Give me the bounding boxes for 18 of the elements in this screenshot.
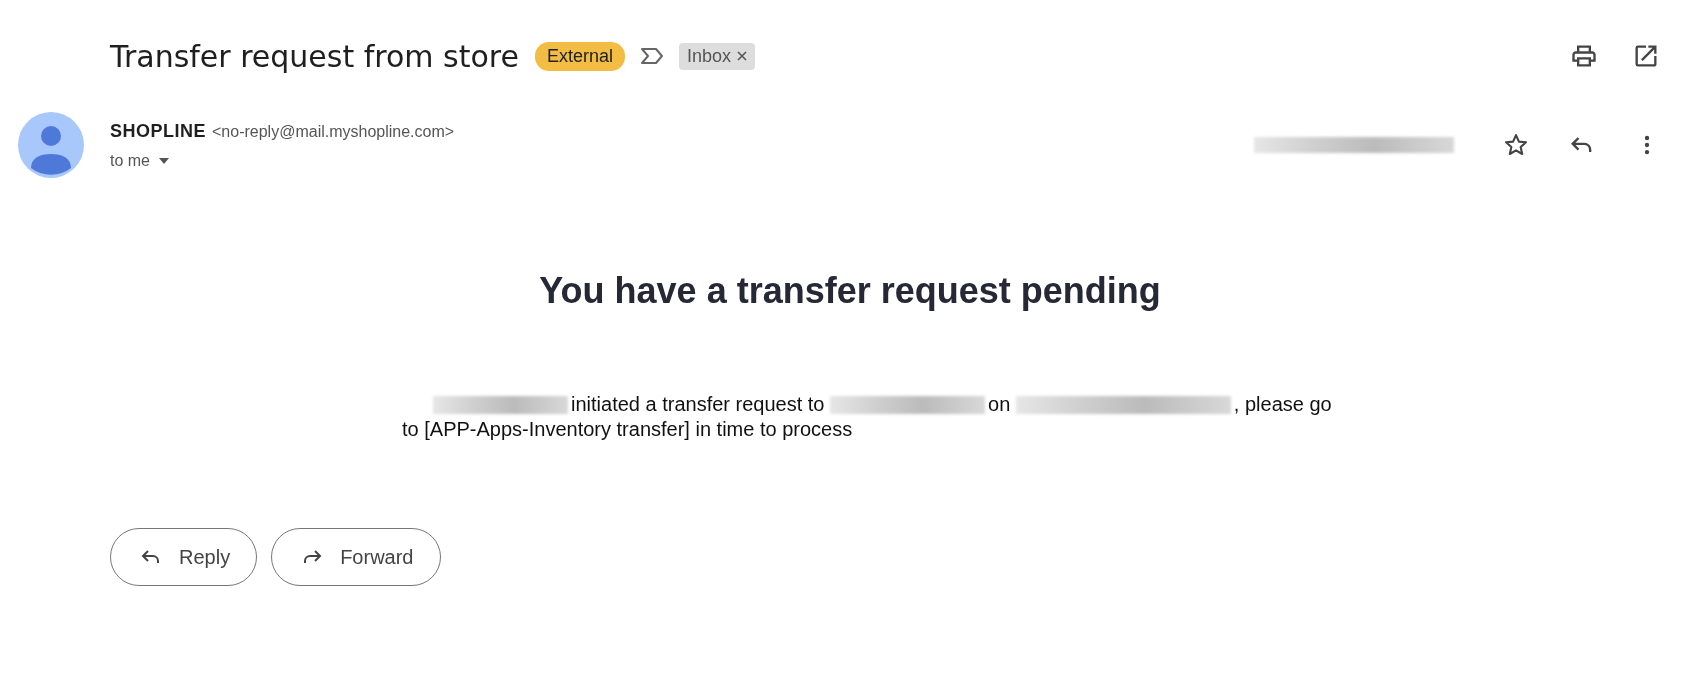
message-heading: You have a transfer request pending: [538, 270, 1162, 312]
reply-button[interactable]: Reply: [110, 528, 258, 586]
caret-icon[interactable]: [158, 156, 170, 165]
recipient-dropdown[interactable]: to me: [110, 151, 455, 170]
remove-icon[interactable]: [737, 51, 748, 61]
external-label: External: [535, 41, 626, 71]
message-text: , please go: [1233, 393, 1332, 415]
sender-name: SHOPLINE: [110, 120, 206, 141]
label-name: Inbox: [687, 45, 732, 67]
message-text: to [APP-Apps-Inventory transfer] in time to process: [402, 418, 853, 440]
sender-email: <no-reply@mail.myshopline.com>: [212, 122, 455, 140]
message-text: on: [988, 393, 1011, 415]
inbox-label[interactable]: Inbox: [679, 42, 756, 70]
importance-marker-icon[interactable]: [639, 46, 666, 66]
message-text: initiated a transfer request to: [571, 393, 825, 415]
email-subject: Transfer request from store: [110, 38, 519, 74]
forward-button[interactable]: Forward: [271, 528, 441, 586]
avatar-icon: [18, 112, 84, 178]
